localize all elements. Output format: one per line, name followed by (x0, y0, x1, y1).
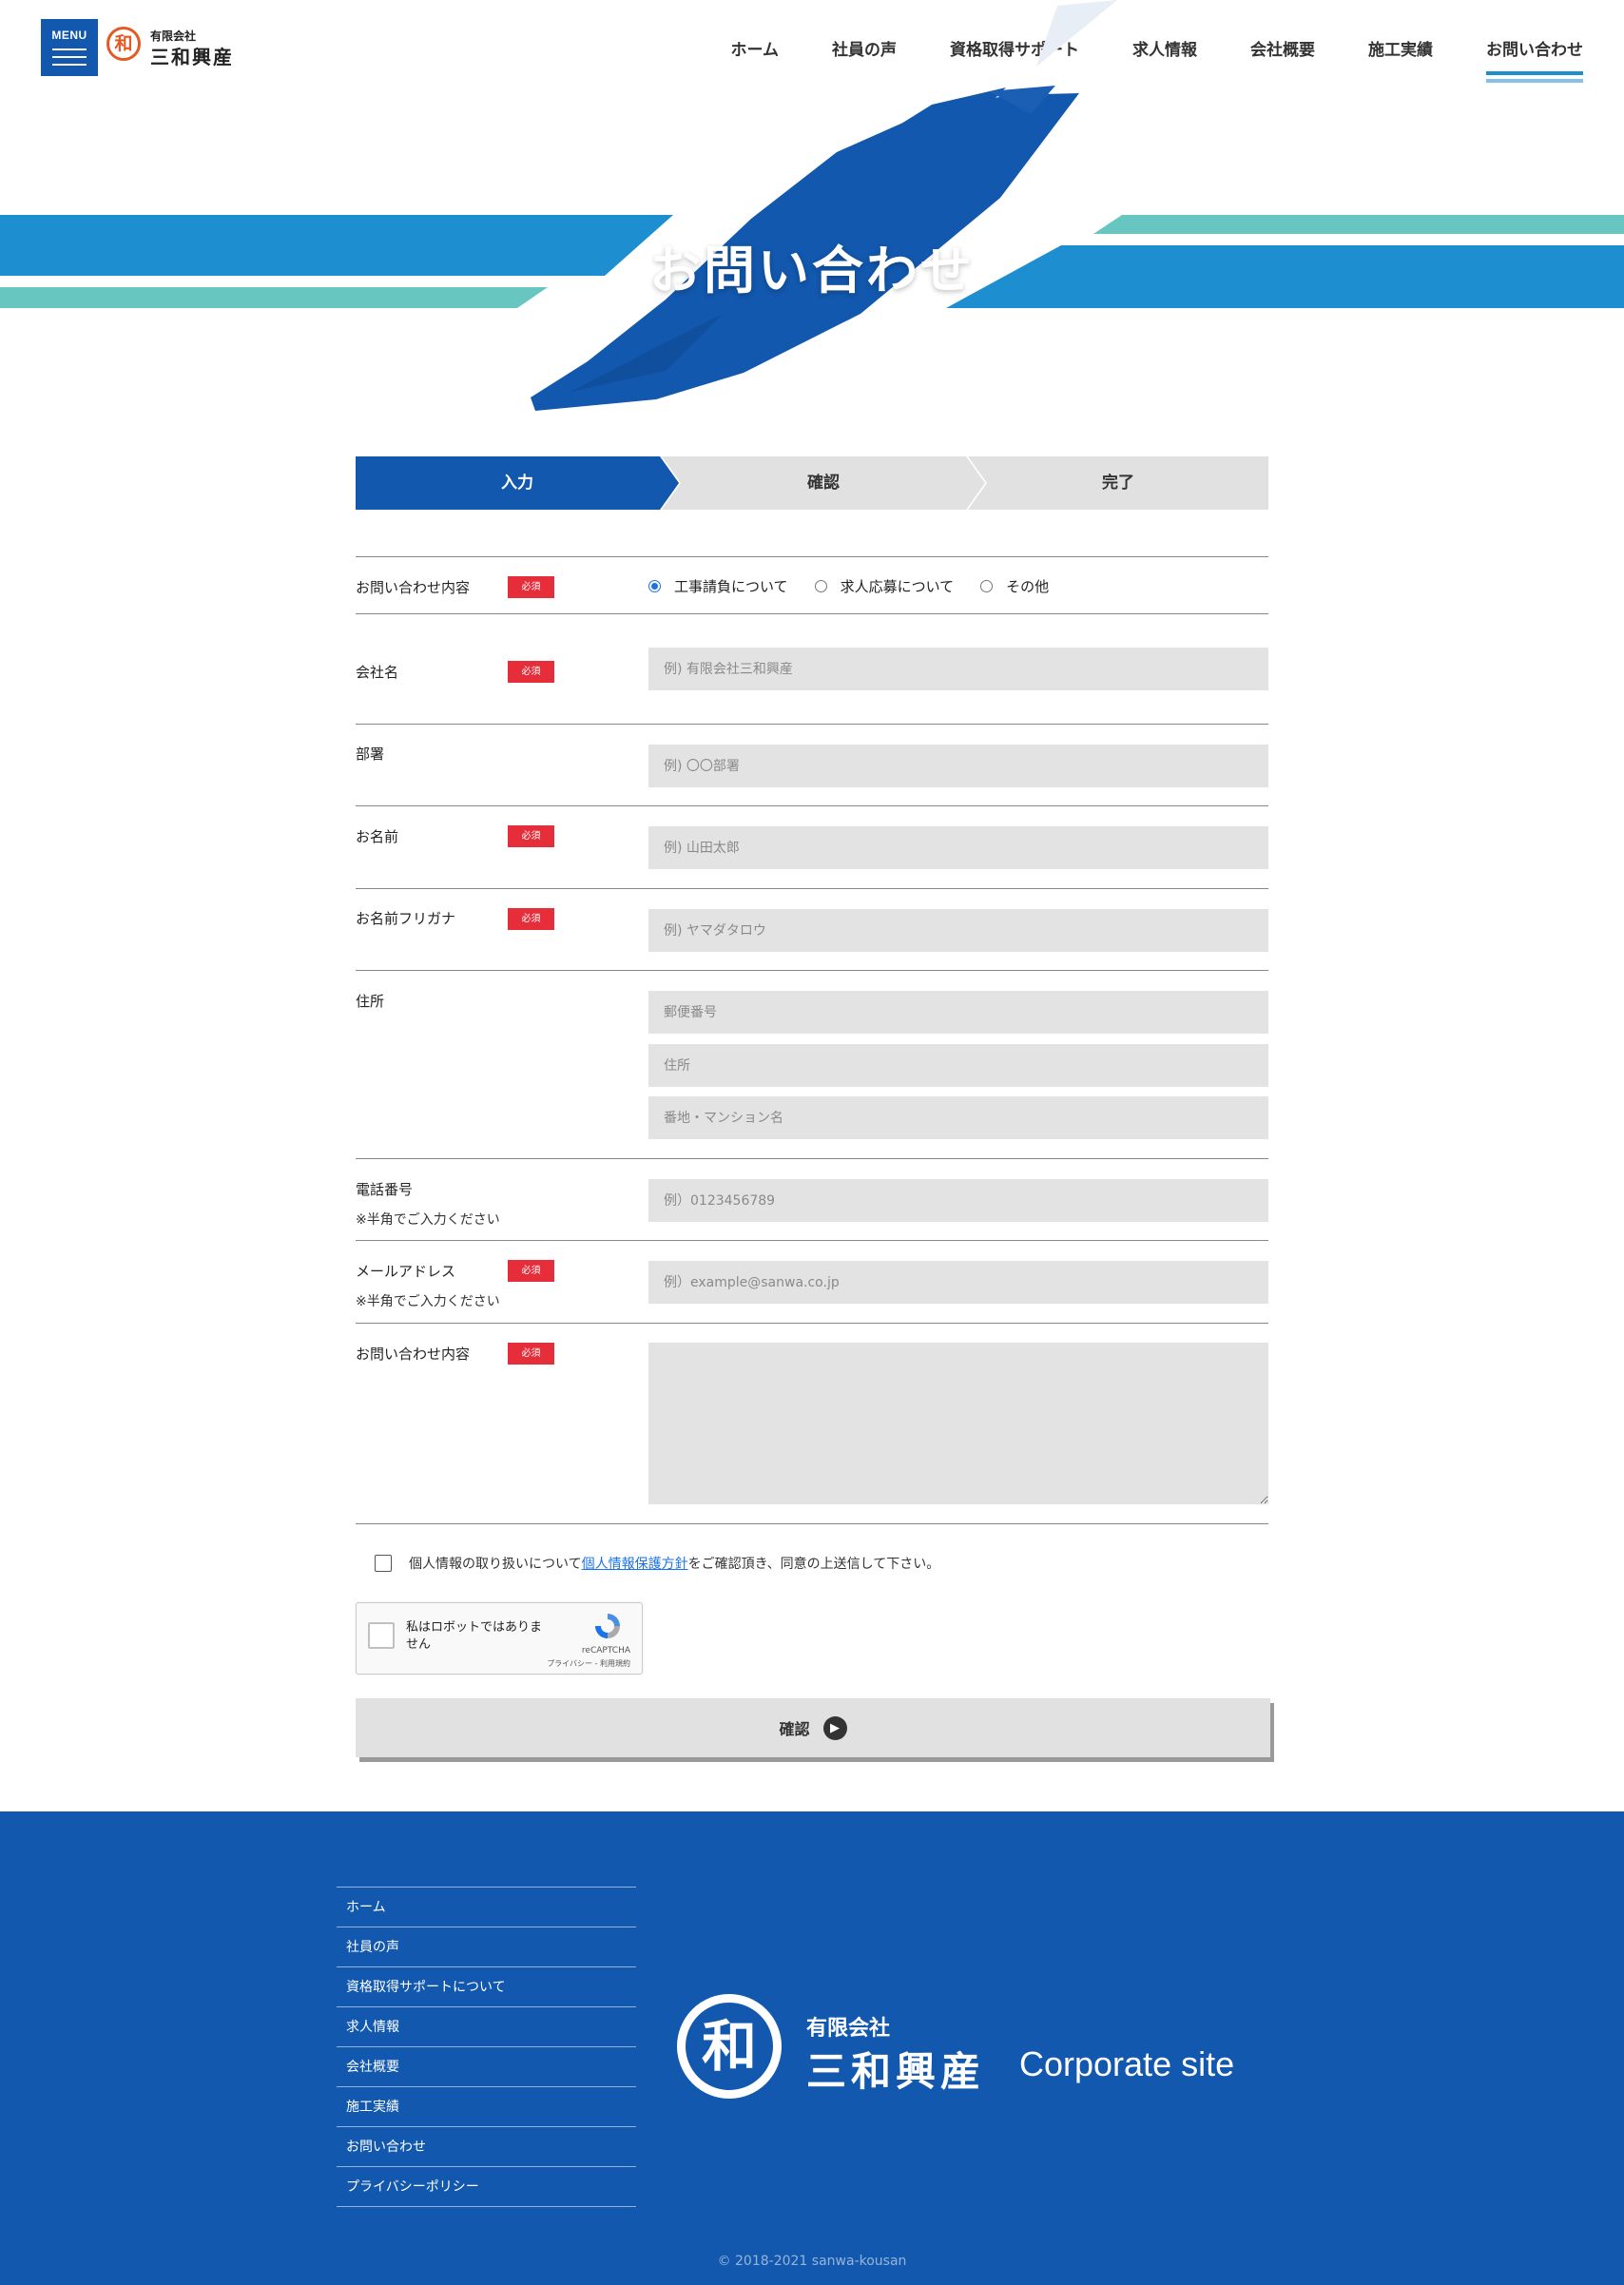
kana-label: お名前フリガナ (356, 910, 456, 927)
nav-contact[interactable]: お問い合わせ (1486, 36, 1583, 83)
logo-title: 三和興産 (150, 46, 234, 68)
phone-input[interactable] (648, 1179, 1268, 1222)
step-complete: 完了 (968, 456, 1268, 510)
footer-corporate-site: Corporate site (1019, 2044, 1235, 2083)
hamburger-icon (52, 48, 87, 50)
phone-note: ※半角でご入力ください (356, 1212, 500, 1228)
required-badge: 必須 (508, 1343, 554, 1365)
recaptcha-widget: 私はロボットではありません reCAPTCHA プライバシー - 利用規約 (356, 1602, 643, 1675)
radio-other[interactable]: その他 (980, 576, 1049, 596)
nav-works[interactable]: 施工実績 (1368, 36, 1433, 60)
footer-logo-title: 三和興産 (806, 2048, 986, 2095)
consent-checkbox[interactable] (375, 1555, 392, 1572)
row-kana: お名前フリガナ 必須 (356, 888, 1268, 970)
message-label: お問い合わせ内容 (356, 1346, 471, 1363)
inquiry-type-label: お問い合わせ内容 (356, 579, 471, 596)
email-input[interactable] (648, 1261, 1268, 1304)
consent-text-after: をご確認頂き、同意の上送信して下さい。 (687, 1557, 940, 1572)
company-label: 会社名 (356, 664, 399, 681)
footer-nav-qualification[interactable]: 資格取得サポートについて (337, 1967, 636, 2007)
email-note: ※半角でご入力ください (356, 1294, 500, 1309)
row-message: お問い合わせ内容 必須 (356, 1323, 1268, 1524)
radio-label: 求人応募について (840, 578, 955, 595)
nav-company[interactable]: 会社概要 (1250, 36, 1315, 60)
step-input: 入力 (356, 456, 679, 510)
hamburger-icon-bar (52, 56, 87, 58)
hamburger-icon-bar (52, 64, 87, 66)
privacy-consent: 個人情報の取り扱いについて 個人情報保護方針 をご確認頂き、同意の上送信して下さ… (375, 1554, 939, 1573)
arrow-right-icon: ▶ (822, 1715, 847, 1740)
address-input[interactable] (648, 1044, 1268, 1087)
department-input[interactable] (648, 745, 1268, 787)
department-label: 部署 (356, 746, 385, 763)
confirm-button[interactable]: 確認 ▶ (356, 1698, 1270, 1757)
name-input[interactable] (648, 826, 1268, 869)
row-department: 部署 (356, 724, 1268, 805)
radio-label: その他 (1006, 578, 1050, 595)
company-input[interactable] (648, 648, 1268, 690)
radio-checked-icon (648, 580, 661, 592)
footer-nav-contact[interactable]: お問い合わせ (337, 2127, 636, 2167)
inquiry-type-radios: 工事請負について 求人応募について その他 (648, 576, 1075, 596)
name-label: お名前 (356, 828, 399, 845)
footer-nav-works[interactable]: 施工実績 (337, 2087, 636, 2127)
required-badge: 必須 (508, 576, 554, 598)
radio-construction[interactable]: 工事請負について (648, 576, 788, 596)
row-address: 住所 (356, 970, 1268, 1158)
contact-form: お問い合わせ内容 必須 工事請負について 求人応募について その他 会社名 必須… (356, 556, 1268, 1524)
kana-input[interactable] (648, 909, 1268, 952)
recaptcha-checkbox[interactable] (368, 1622, 395, 1649)
footer-nav-voices[interactable]: 社員の声 (337, 1927, 636, 1967)
privacy-policy-link[interactable]: 個人情報保護方針 (582, 1554, 688, 1573)
required-badge: 必須 (508, 825, 554, 847)
footer-nav-home[interactable]: ホーム (337, 1888, 636, 1927)
footer-logo-mark-icon: 和 (677, 1994, 782, 2099)
progress-steps: 入力 確認 完了 (356, 456, 1268, 510)
row-name: お名前 必須 (356, 805, 1268, 888)
row-company: 会社名 必須 (356, 613, 1268, 724)
required-badge: 必須 (508, 1260, 554, 1282)
footer-nav: ホーム 社員の声 資格取得サポートについて 求人情報 会社概要 施工実績 お問い… (337, 1887, 636, 2207)
copyright: © 2018-2021 sanwa-kousan (717, 2254, 907, 2269)
row-email: メールアドレス 必須 ※半角でご入力ください (356, 1240, 1268, 1323)
footer-nav-company[interactable]: 会社概要 (337, 2047, 636, 2087)
radio-unchecked-icon (980, 580, 994, 592)
message-textarea[interactable] (648, 1343, 1268, 1504)
site-footer: ホーム 社員の声 資格取得サポートについて 求人情報 会社概要 施工実績 お問い… (0, 1811, 1624, 2285)
phone-label: 電話番号 (356, 1181, 414, 1198)
logo-mark-icon: 和 (106, 27, 141, 61)
required-badge: 必須 (508, 908, 554, 930)
footer-nav-privacy[interactable]: プライバシーポリシー (337, 2167, 636, 2207)
postal-code-input[interactable] (648, 991, 1268, 1034)
recaptcha-brand: reCAPTCHA (581, 1646, 630, 1656)
row-phone: 電話番号 ※半角でご入力ください (356, 1158, 1268, 1240)
nav-qualification[interactable]: 資格取得サポート (950, 36, 1079, 60)
row-inquiry-type: お問い合わせ内容 必須 工事請負について 求人応募について その他 (356, 556, 1268, 613)
building-input[interactable] (648, 1096, 1268, 1139)
nav-voices[interactable]: 社員の声 (832, 36, 897, 60)
confirm-button-label: 確認 (779, 1720, 810, 1738)
nav-recruit[interactable]: 求人情報 (1132, 36, 1197, 60)
menu-button[interactable]: MENU (41, 19, 98, 76)
address-label: 住所 (356, 993, 385, 1010)
radio-recruit[interactable]: 求人応募について (814, 576, 955, 596)
email-label: メールアドレス (356, 1263, 456, 1280)
page-title: お問い合わせ (649, 241, 975, 300)
radio-unchecked-icon (814, 580, 827, 592)
consent-text-before: 個人情報の取り扱いについて (409, 1557, 582, 1572)
required-badge: 必須 (508, 661, 554, 683)
global-nav: ホーム 社員の声 資格取得サポート 求人情報 会社概要 施工実績 お問い合わせ (678, 36, 1583, 83)
hero-stripes (0, 0, 1624, 411)
radio-label: 工事請負について (674, 578, 788, 595)
nav-home[interactable]: ホーム (731, 36, 780, 60)
recaptcha-icon (595, 1614, 620, 1638)
footer-nav-recruit[interactable]: 求人情報 (337, 2007, 636, 2047)
recaptcha-label: 私はロボットではありません (406, 1620, 543, 1652)
hero-banner: お問い合わせ (0, 0, 1624, 428)
footer-logo-subtitle: 有限会社 (806, 2017, 891, 2041)
step-confirm: 確認 (662, 456, 985, 510)
recaptcha-links[interactable]: プライバシー - 利用規約 (547, 1658, 630, 1669)
menu-label: MENU (51, 29, 87, 42)
